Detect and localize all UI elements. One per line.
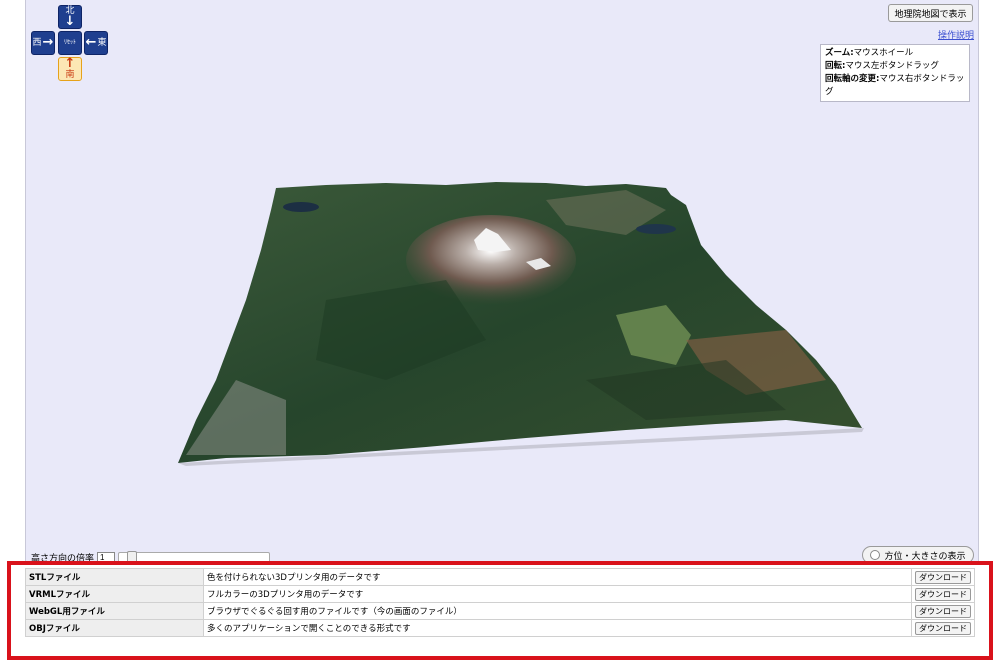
file-type: VRMLファイル <box>25 585 204 603</box>
show-direction-label: 方位・大きさの表示 <box>884 550 966 561</box>
file-description: 多くのアプリケーションで開くことのできる形式です <box>203 619 912 637</box>
help-link[interactable]: 操作説明 <box>938 28 974 41</box>
table-row: WebGL用ファイル ブラウザでぐるぐる回す用のファイルです（今の画面のファイル… <box>25 602 975 620</box>
east-button[interactable]: ← 東 <box>84 31 108 55</box>
file-type: OBJファイル <box>25 619 204 637</box>
east-label: 東 <box>97 38 107 48</box>
arrow-up-icon: ↑ <box>64 56 76 71</box>
help-axis: 回転軸の変更:マウス右ボタンドラッグ <box>825 74 965 97</box>
file-description: フルカラーの3Dプリンタ用のデータです <box>203 585 912 603</box>
table-row: STLファイル 色を付けられない3Dプリンタ用のデータです ダウンロード <box>25 568 975 586</box>
north-button[interactable]: 北 ↓ <box>58 5 82 29</box>
3d-viewer[interactable]: 北 ↓ 西 → ﾘｾｯﾄ ← 東 ↑ 南 地理院地図で表示 操作説明 ズーム:マ… <box>25 0 979 572</box>
help-zoom: ズーム:マウスホイール <box>825 48 914 58</box>
help-rotate: 回転:マウス左ボタンドラッグ <box>825 61 939 71</box>
file-description: 色を付けられない3Dプリンタ用のデータです <box>203 568 912 586</box>
download-vrml-button[interactable]: ダウンロード <box>915 587 971 601</box>
arrow-left-icon: ← <box>85 35 97 50</box>
download-stl-button[interactable]: ダウンロード <box>915 570 971 584</box>
reset-label: ﾘｾｯﾄ <box>63 39 76 46</box>
help-panel: ズーム:マウスホイール 回転:マウス左ボタンドラッグ 回転軸の変更:マウス右ボタ… <box>820 44 970 102</box>
south-label: 南 <box>65 70 75 80</box>
table-row: OBJファイル 多くのアプリケーションで開くことのできる形式です ダウンロード <box>25 619 975 637</box>
table-row: VRMLファイル フルカラーの3Dプリンタ用のデータです ダウンロード <box>25 585 975 603</box>
arrow-down-icon: ↓ <box>64 14 76 29</box>
west-button[interactable]: 西 → <box>31 31 55 55</box>
file-description: ブラウザでぐるぐる回す用のファイルです（今の画面のファイル） <box>203 602 912 620</box>
download-webgl-button[interactable]: ダウンロード <box>915 604 971 618</box>
file-type: WebGL用ファイル <box>25 602 204 620</box>
west-label: 西 <box>32 38 42 48</box>
arrow-right-icon: → <box>42 35 54 50</box>
radio-icon <box>870 550 881 560</box>
south-button[interactable]: ↑ 南 <box>58 57 82 81</box>
file-type: STLファイル <box>25 568 204 586</box>
download-obj-button[interactable]: ダウンロード <box>915 621 971 635</box>
download-table: STLファイル 色を付けられない3Dプリンタ用のデータです ダウンロード VRM… <box>25 568 975 637</box>
reset-button[interactable]: ﾘｾｯﾄ <box>58 31 82 55</box>
open-gsi-map-button[interactable]: 地理院地図で表示 <box>888 4 973 22</box>
